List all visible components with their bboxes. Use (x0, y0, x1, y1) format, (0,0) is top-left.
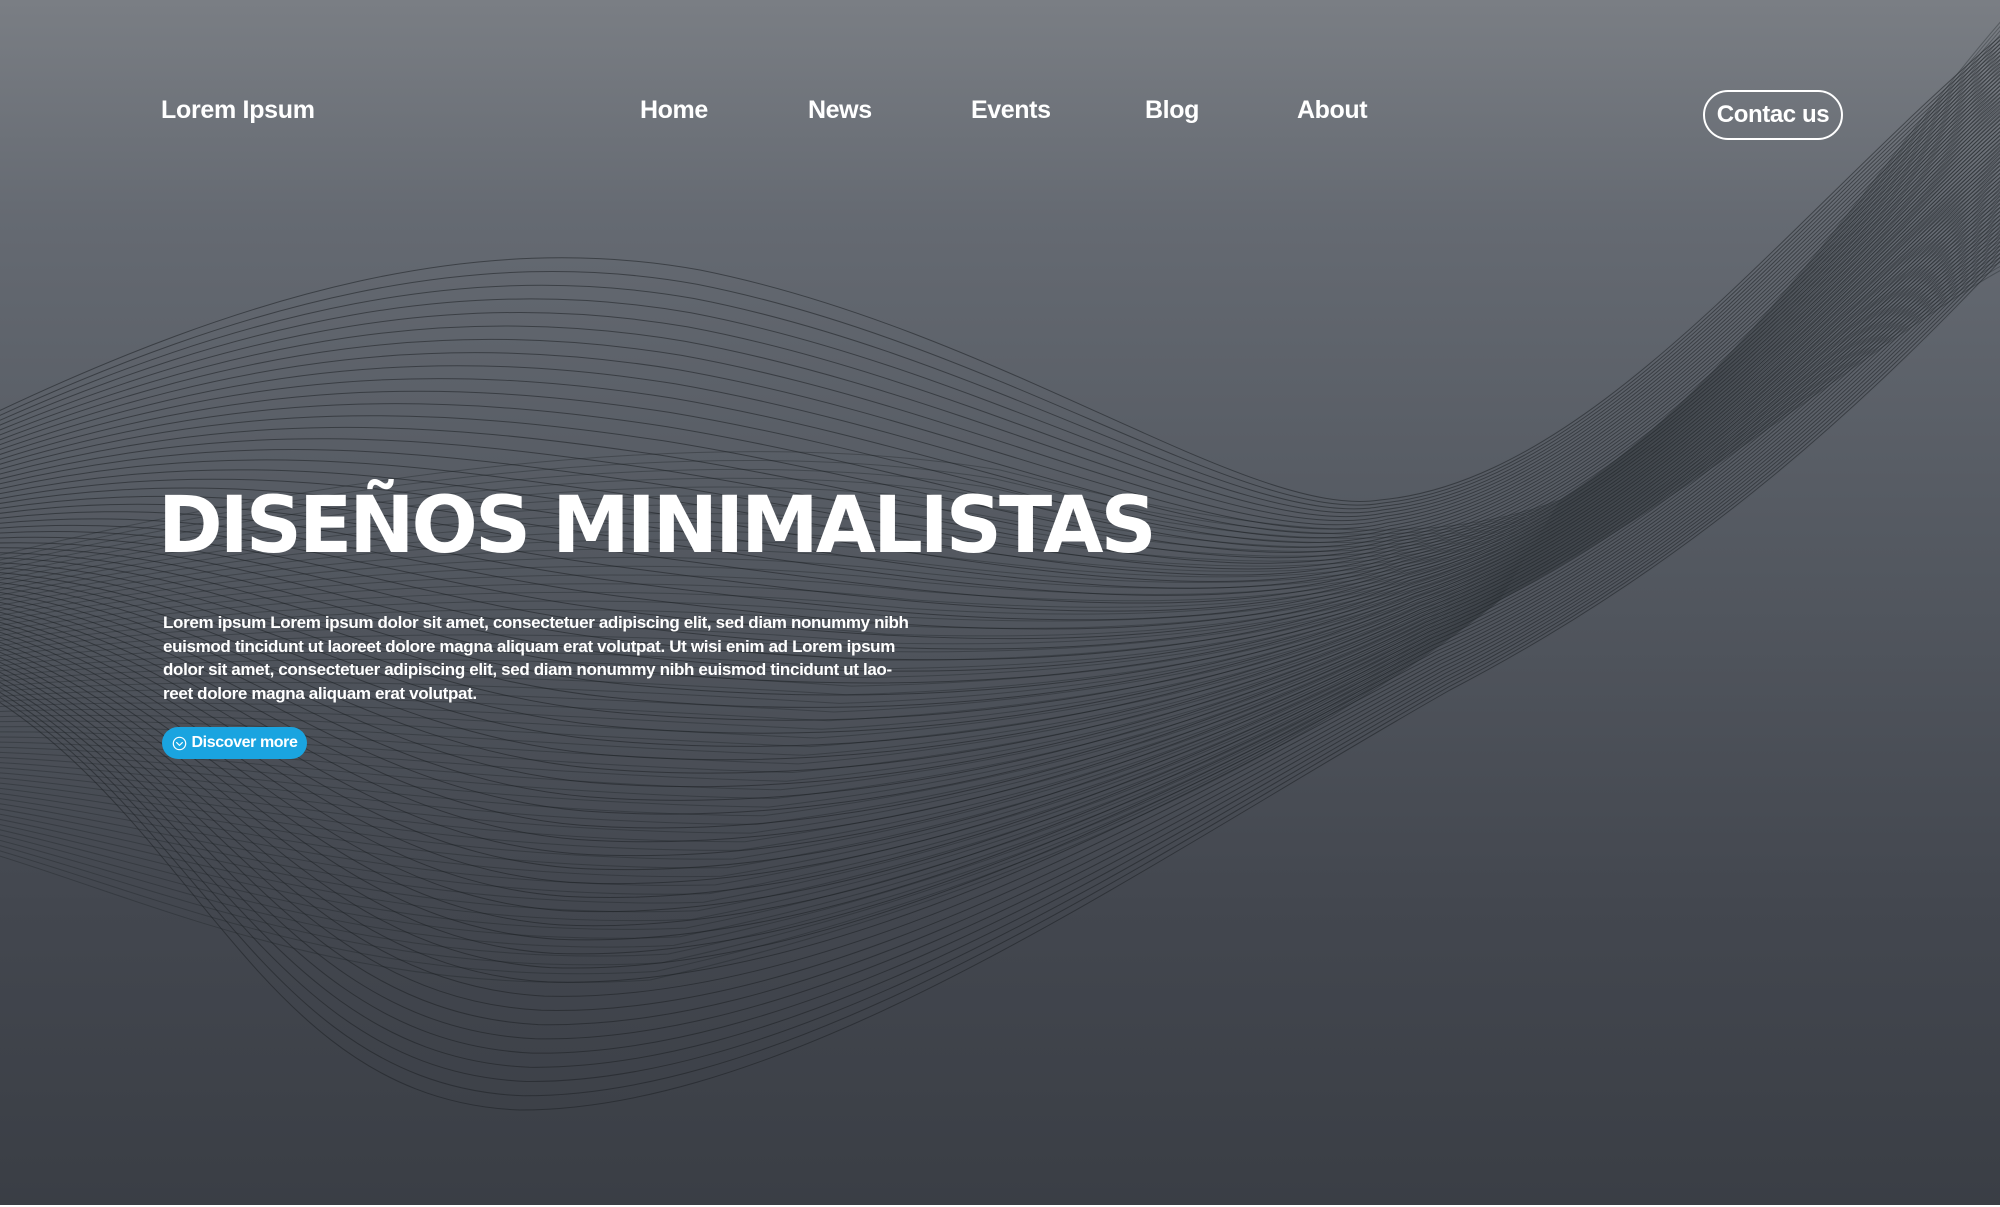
nav-link-about[interactable]: About (1297, 96, 1368, 125)
contact-button[interactable]: Contac us (1703, 90, 1843, 140)
nav-link-events[interactable]: Events (971, 96, 1051, 125)
discover-more-label: Discover more (191, 734, 298, 751)
chevron-down-circle-icon (172, 736, 186, 750)
hero-title: DISEÑOS MINIMALISTAS (158, 481, 1157, 571)
hero-description: Lorem ipsum Lorem ipsum dolor sit amet, … (163, 613, 909, 703)
site-logo[interactable]: Lorem Ipsum (161, 96, 315, 125)
top-navbar: Lorem Ipsum Home News Events Blog About … (0, 0, 2000, 230)
nav-link-home[interactable]: Home (640, 96, 708, 125)
nav-link-blog[interactable]: Blog (1145, 96, 1199, 125)
discover-more-button[interactable]: Discover more (162, 727, 307, 759)
nav-link-news[interactable]: News (808, 96, 872, 125)
